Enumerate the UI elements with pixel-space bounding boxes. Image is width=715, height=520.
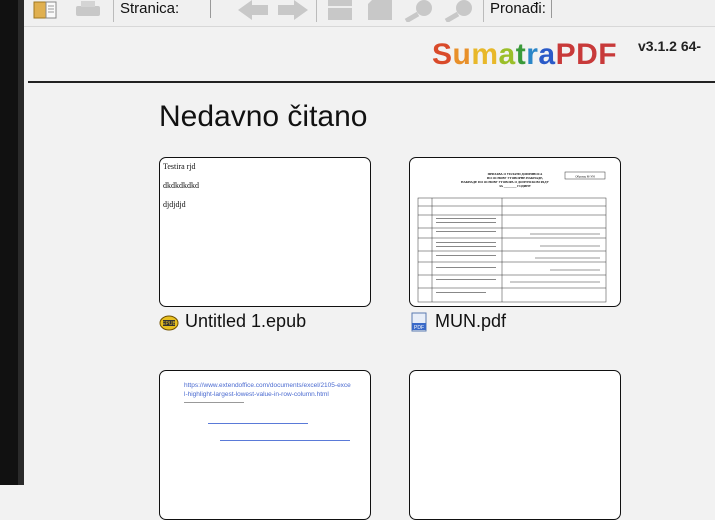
document-caption[interactable]: EPUB Untitled 1.epub [159,311,306,332]
svg-text:PDF: PDF [414,325,424,331]
logo-letter: a [538,38,556,71]
logo-letter: r [526,38,539,71]
find-input[interactable] [547,0,552,18]
logo-letter: t [515,38,527,71]
preview-line: djdjdjd [163,200,186,209]
svg-text:EPUB: EPUB [162,321,176,327]
toolbar: Stranica: Pronađi: [24,0,715,27]
document-name: MUN.pdf [435,311,507,331]
fit-page-icon[interactable] [326,0,354,22]
document-thumbnail[interactable]: Образац М-УН ПРИЈАВА О УПЛАТИ ДОПРИНОСА … [409,157,621,307]
pdf-preview: Образац М-УН ПРИЈАВА О УПЛАТИ ДОПРИНОСА … [417,171,607,303]
document-thumbnail[interactable]: Testira rjd dkdkdkdkd djdjdjd [159,157,371,307]
logo-letter: m [471,38,499,71]
document-name: Untitled 1.epub [185,311,307,331]
toolbar-separator [316,0,317,22]
logo-letter: u [452,38,472,71]
open-file-icon[interactable] [32,0,60,20]
app-version: v3.1.2 64- [638,38,702,54]
document-thumbnail[interactable] [409,370,621,520]
preview-form-code: Образац М-УН [575,175,595,179]
preview-title-line: ЗА ________ ГОДИНУ [499,184,532,188]
zoom-out-icon[interactable] [402,0,436,22]
find-label: Pronađi: [490,0,546,17]
page-label: Stranica: [120,0,180,17]
logo-letter: S [432,38,453,71]
document-thumbnail[interactable]: https://www.extendoffice.com/documents/e… [159,370,371,520]
app-logo: SumatraPDF [432,38,617,72]
document-caption[interactable]: PDF MUN.pdf [409,311,506,332]
fit-width-icon[interactable] [366,0,394,22]
preview-line: dkdkdkdkd [163,181,199,190]
logo-letter: a [498,38,516,71]
preview-link: https://www.extendoffice.com/documents/e… [184,381,352,399]
zoom-in-icon[interactable] [442,0,476,22]
logo-letter: PDF [555,38,618,71]
previous-page-icon[interactable] [236,0,272,20]
window-left-edge [0,0,24,485]
recent-heading: Nedavno čitano [159,100,368,133]
pdf-file-icon: PDF [411,312,427,331]
epub-file-icon: EPUB [159,315,179,330]
next-page-icon[interactable] [274,0,310,20]
toolbar-separator [113,0,114,22]
preview-line: Testira rjd [163,162,196,171]
toolbar-separator [483,0,484,22]
print-icon[interactable] [72,0,102,20]
page-input[interactable] [206,0,211,18]
